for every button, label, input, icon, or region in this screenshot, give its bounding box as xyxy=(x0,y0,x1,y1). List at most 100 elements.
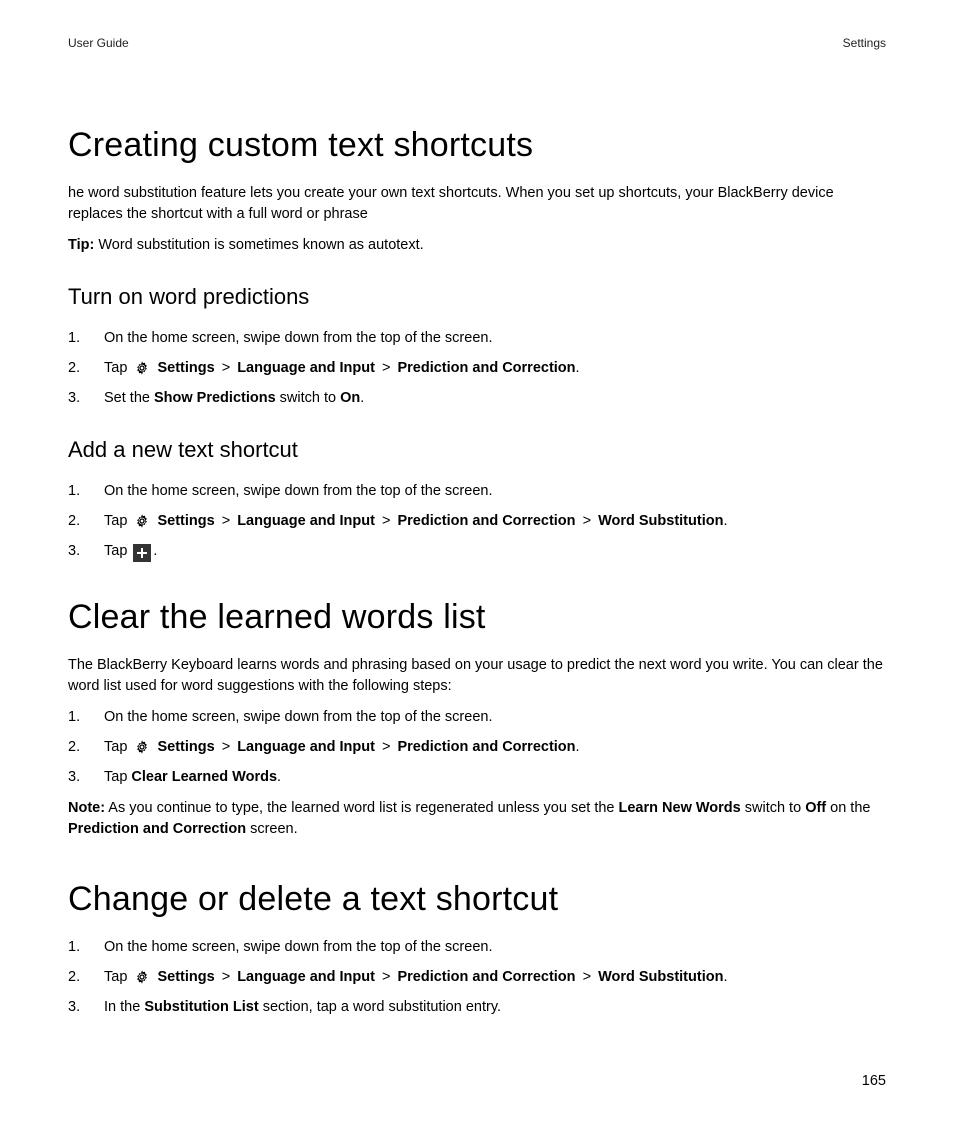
gear-icon xyxy=(133,738,151,756)
bold-prediction-correction: Prediction and Correction xyxy=(397,513,575,529)
step-text: On the home screen, swipe down from the … xyxy=(104,709,492,725)
step-text-pre: Tap xyxy=(104,543,131,559)
steps-change-delete: 1. On the home screen, swipe down from th… xyxy=(68,937,886,1018)
list-item: 2. Tap Settings > Language and Input > Pr… xyxy=(68,737,886,758)
bold-settings: Settings xyxy=(157,360,214,376)
note-g: screen. xyxy=(246,821,298,837)
bold-prediction-correction: Prediction and Correction xyxy=(397,739,575,755)
tip-block: Tip: Word substitution is sometimes know… xyxy=(68,235,886,256)
bold-settings: Settings xyxy=(157,969,214,985)
heading-clear-learned-words: Clear the learned words list xyxy=(68,598,886,637)
step-number: 1. xyxy=(68,937,80,958)
bold-language-input: Language and Input xyxy=(237,969,375,985)
step-text-c: switch to xyxy=(276,390,340,406)
step-text-pre: Tap xyxy=(104,969,131,985)
intro-paragraph: The BlackBerry Keyboard learns words and… xyxy=(68,655,886,697)
bold-settings: Settings xyxy=(157,513,214,529)
breadcrumb-sep: > xyxy=(583,969,591,985)
step-text: On the home screen, swipe down from the … xyxy=(104,939,492,955)
list-item: 3. Set the Show Predictions switch to On. xyxy=(68,388,886,409)
step-text-a: In the xyxy=(104,999,144,1015)
intro-paragraph: he word substitution feature lets you cr… xyxy=(68,183,886,225)
step-number: 1. xyxy=(68,481,80,502)
heading-change-delete-shortcut: Change or delete a text shortcut xyxy=(68,880,886,919)
note-c: switch to xyxy=(741,800,805,816)
step-text-c: . xyxy=(277,769,281,785)
heading-creating-shortcuts: Creating custom text shortcuts xyxy=(68,126,886,165)
list-item: 2. Tap Settings > Language and Input > Pr… xyxy=(68,511,886,532)
bold-word-substitution: Word Substitution xyxy=(598,969,723,985)
step-number: 1. xyxy=(68,707,80,728)
breadcrumb-sep: > xyxy=(222,739,230,755)
step-text-pre: Tap xyxy=(104,513,131,529)
bold-learn-new-words: Learn New Words xyxy=(619,800,741,816)
step-text: On the home screen, swipe down from the … xyxy=(104,330,492,346)
breadcrumb-sep: > xyxy=(382,513,390,529)
note-label: Note: xyxy=(68,800,105,816)
heading-add-shortcut: Add a new text shortcut xyxy=(68,437,886,463)
list-item: 3. Tap Clear Learned Words. xyxy=(68,767,886,788)
note-a: As you continue to type, the learned wor… xyxy=(105,800,618,816)
step-number: 3. xyxy=(68,997,80,1018)
list-item: 1. On the home screen, swipe down from th… xyxy=(68,937,886,958)
bold-language-input: Language and Input xyxy=(237,739,375,755)
step-number: 1. xyxy=(68,328,80,349)
gear-icon xyxy=(133,359,151,377)
steps-turn-on-predictions: 1. On the home screen, swipe down from th… xyxy=(68,328,886,409)
list-item: 1. On the home screen, swipe down from th… xyxy=(68,481,886,502)
heading-turn-on-predictions: Turn on word predictions xyxy=(68,284,886,310)
step-text-pre: Tap xyxy=(104,739,131,755)
step-text-c: section, tap a word substitution entry. xyxy=(259,999,501,1015)
bold-clear-learned: Clear Learned Words xyxy=(131,769,277,785)
step-number: 2. xyxy=(68,967,80,988)
step-text-pre: Tap xyxy=(104,360,131,376)
bold-prediction-correction: Prediction and Correction xyxy=(397,360,575,376)
step-text-a: Tap xyxy=(104,769,131,785)
list-item: 3. Tap . xyxy=(68,541,886,562)
note-e: on the xyxy=(826,800,870,816)
list-item: 3. In the Substitution List section, tap … xyxy=(68,997,886,1018)
bold-language-input: Language and Input xyxy=(237,513,375,529)
breadcrumb-sep: > xyxy=(583,513,591,529)
step-number: 3. xyxy=(68,767,80,788)
bold-off: Off xyxy=(805,800,826,816)
gear-icon xyxy=(133,968,151,986)
step-text-a: Set the xyxy=(104,390,154,406)
list-item: 2. Tap Settings > Language and Input > Pr… xyxy=(68,358,886,379)
steps-add-shortcut: 1. On the home screen, swipe down from th… xyxy=(68,481,886,562)
step-number: 2. xyxy=(68,511,80,532)
bold-prediction-correction: Prediction and Correction xyxy=(397,969,575,985)
step-text-e: . xyxy=(360,390,364,406)
breadcrumb-sep: > xyxy=(382,739,390,755)
breadcrumb-sep: > xyxy=(222,969,230,985)
step-text-post: . xyxy=(153,543,157,559)
bold-settings: Settings xyxy=(157,739,214,755)
steps-clear-learned: 1. On the home screen, swipe down from th… xyxy=(68,707,886,788)
step-text: On the home screen, swipe down from the … xyxy=(104,483,492,499)
bold-word-substitution: Word Substitution xyxy=(598,513,723,529)
breadcrumb-sep: > xyxy=(382,360,390,376)
header-right: Settings xyxy=(843,36,886,50)
list-item: 1. On the home screen, swipe down from th… xyxy=(68,328,886,349)
bold-on: On xyxy=(340,390,360,406)
plus-icon xyxy=(133,544,151,562)
page-header: User Guide Settings xyxy=(68,36,886,50)
breadcrumb-sep: > xyxy=(382,969,390,985)
step-number: 2. xyxy=(68,737,80,758)
list-item: 2. Tap Settings > Language and Input > Pr… xyxy=(68,967,886,988)
tip-label: Tip: xyxy=(68,237,94,253)
breadcrumb-sep: > xyxy=(222,360,230,376)
step-number: 2. xyxy=(68,358,80,379)
bold-substitution-list: Substitution List xyxy=(144,999,258,1015)
list-item: 1. On the home screen, swipe down from th… xyxy=(68,707,886,728)
gear-icon xyxy=(133,512,151,530)
header-left: User Guide xyxy=(68,36,129,50)
page-number: 165 xyxy=(862,1073,886,1089)
bold-prediction-correction: Prediction and Correction xyxy=(68,821,246,837)
bold-language-input: Language and Input xyxy=(237,360,375,376)
step-number: 3. xyxy=(68,541,80,562)
step-number: 3. xyxy=(68,388,80,409)
bold-show-predictions: Show Predictions xyxy=(154,390,276,406)
breadcrumb-sep: > xyxy=(222,513,230,529)
note-block: Note: As you continue to type, the learn… xyxy=(68,798,886,840)
